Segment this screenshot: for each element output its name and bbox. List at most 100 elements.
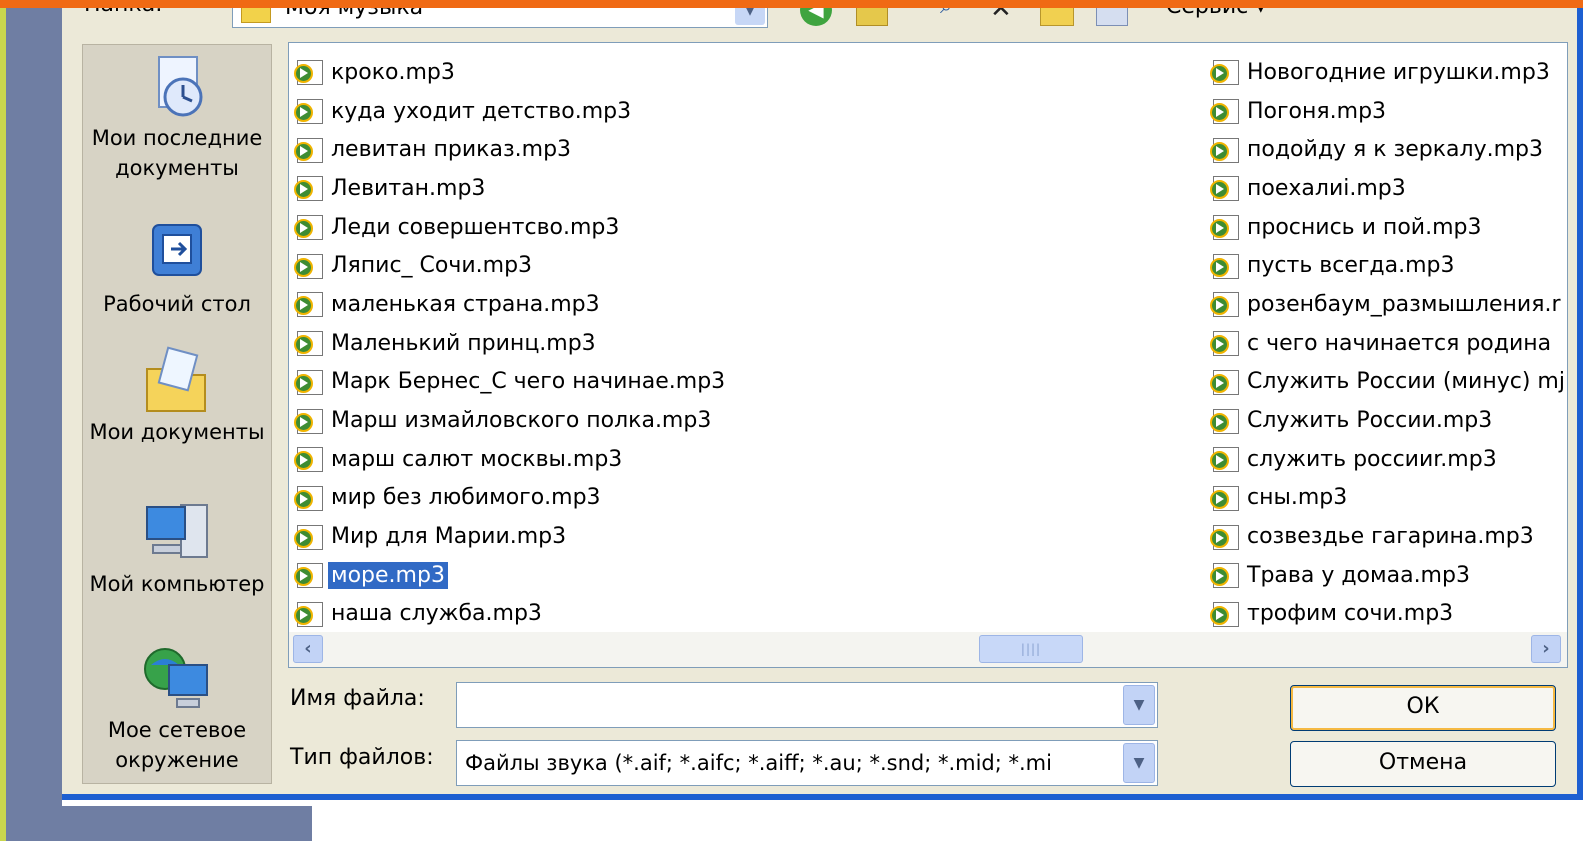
filetype-value: Файлы звука (*.aif; *.aifc; *.aiff; *.au… [465, 751, 1052, 775]
file-item[interactable]: Погоня.mp3 [1209, 92, 1567, 131]
audio-file-icon [1209, 445, 1241, 473]
cancel-button[interactable]: Отмена [1290, 741, 1556, 787]
audio-file-icon [293, 484, 325, 512]
file-name: Леди совершентсво.mp3 [331, 214, 620, 240]
audio-file-icon [293, 523, 325, 551]
audio-file-icon [1209, 213, 1241, 241]
place-network[interactable]: Мое сетевое окружение [83, 643, 271, 775]
file-item[interactable]: Ляпис_ Сочи.mp3 [293, 246, 728, 285]
file-item[interactable]: Новогодние игрушки.mp3 [1209, 53, 1567, 92]
audio-file-icon [1209, 561, 1241, 589]
my-documents-icon [141, 345, 213, 417]
file-item[interactable]: Служить России.mp3 [1209, 401, 1567, 440]
file-name: Мир для Марии.mp3 [331, 524, 567, 550]
file-item[interactable]: с чего начинается родина [1209, 324, 1567, 363]
filetype-select[interactable]: Файлы звука (*.aif; *.aifc; *.aiff; *.au… [456, 740, 1158, 786]
audio-file-icon [1209, 600, 1241, 628]
audio-file-icon [1209, 407, 1241, 435]
audio-file-icon [1209, 174, 1241, 202]
file-name: куда уходит детство.mp3 [331, 98, 632, 124]
file-item[interactable]: Марк Бернес_С чего начинае.mp3 [293, 363, 728, 402]
filename-label: Имя файла: [290, 686, 425, 711]
place-desktop[interactable]: Рабочий стол [83, 217, 271, 319]
file-list[interactable]: кроко.mp3 куда уходит детство.mp3 левитан … [288, 42, 1568, 632]
audio-file-icon [293, 329, 325, 357]
file-item[interactable]: Мир для Марии.mp3 [293, 517, 728, 556]
file-item[interactable]: маленькая страна.mp3 [293, 285, 728, 324]
audio-file-icon [293, 561, 325, 589]
file-name: Служить России.mp3 [1247, 408, 1493, 434]
place-recent-documents[interactable]: Мои последние документы [83, 51, 271, 183]
file-name: Левитан.mp3 [331, 175, 486, 201]
file-item[interactable]: Левитан.mp3 [293, 169, 728, 208]
place-label: Мое сетевое окружение [107, 718, 247, 772]
file-item[interactable]: куда уходит детство.mp3 [293, 92, 728, 131]
file-item[interactable]: служить россииr.mp3 [1209, 440, 1567, 479]
file-name: розенбаум_размышления.r [1247, 291, 1561, 317]
audio-file-icon [293, 174, 325, 202]
file-name: Марш измайловского полка.mp3 [331, 408, 712, 434]
horizontal-scrollbar[interactable]: ‹ |||| › [288, 632, 1568, 668]
file-item[interactable]: трофим сочи.mp3 [1209, 595, 1567, 632]
audio-file-icon [293, 407, 325, 435]
file-item[interactable]: Служить России (минус) mj [1209, 363, 1567, 402]
file-item[interactable]: Маленький принц.mp3 [293, 324, 728, 363]
file-name: с чего начинается родина [1247, 330, 1552, 356]
file-item[interactable]: левитан приказ.mp3 [293, 130, 728, 169]
file-name: Ляпис_ Сочи.mp3 [331, 253, 533, 279]
file-name: поехалиi.mp3 [1247, 175, 1406, 201]
file-name: Служить России (минус) mj [1247, 369, 1565, 395]
place-my-documents[interactable]: Мои документы [83, 345, 271, 447]
chevron-down-icon[interactable]: ▼ [1123, 743, 1155, 783]
audio-file-icon [293, 290, 325, 318]
places-bar: Мои последние документы Рабочий стол Мои… [82, 44, 272, 784]
audio-file-icon [293, 58, 325, 86]
file-item[interactable]: пусть всегда.mp3 [1209, 246, 1567, 285]
audio-file-icon [1209, 97, 1241, 125]
file-item[interactable]: мир без любимого.mp3 [293, 479, 728, 518]
scroll-right-icon[interactable]: › [1531, 635, 1561, 663]
file-item[interactable]: проснись и пой.mp3 [1209, 208, 1567, 247]
audio-file-icon [1209, 290, 1241, 318]
file-name: наша служба.mp3 [331, 601, 542, 627]
file-item[interactable]: Леди совершентсво.mp3 [293, 208, 728, 247]
file-name: созвездье гагарина.mp3 [1247, 524, 1534, 550]
file-item[interactable]: розенбаум_размышления.r [1209, 285, 1567, 324]
file-item[interactable]: наша служба.mp3 [293, 595, 728, 632]
file-name: марш салют москвы.mp3 [331, 446, 623, 472]
file-name: служить россииr.mp3 [1247, 446, 1497, 472]
audio-file-icon [1209, 329, 1241, 357]
file-name: пусть всегда.mp3 [1247, 253, 1455, 279]
scrollbar-thumb[interactable]: |||| [979, 635, 1083, 663]
chevron-down-icon[interactable]: ▼ [1123, 685, 1155, 725]
file-item[interactable]: поехалиi.mp3 [1209, 169, 1567, 208]
audio-file-icon [1209, 368, 1241, 396]
file-item[interactable]: марш салют москвы.mp3 [293, 440, 728, 479]
ok-button[interactable]: ОК [1290, 685, 1556, 731]
file-item[interactable]: созвездье гагарина.mp3 [1209, 517, 1567, 556]
file-item[interactable]: море.mp3 [293, 556, 728, 595]
network-places-icon [141, 643, 213, 715]
file-name: Новогодние игрушки.mp3 [1247, 59, 1550, 85]
file-item[interactable]: сны.mp3 [1209, 479, 1567, 518]
audio-file-icon [293, 445, 325, 473]
file-item[interactable]: Трава у домаа.mp3 [1209, 556, 1567, 595]
place-my-computer[interactable]: Мой компьютер [83, 497, 271, 599]
place-label: Мой компьютер [89, 572, 265, 596]
background-panel [6, 0, 62, 841]
file-item[interactable]: подойду я к зеркалу.mp3 [1209, 130, 1567, 169]
audio-file-icon [1209, 484, 1241, 512]
file-name: маленькая страна.mp3 [331, 291, 600, 317]
place-label: Мои документы [89, 420, 265, 444]
audio-file-icon [293, 97, 325, 125]
file-item[interactable]: Марш измайловского полка.mp3 [293, 401, 728, 440]
scroll-left-icon[interactable]: ‹ [293, 635, 323, 663]
filetype-label: Тип файлов: [290, 745, 434, 770]
file-name: проснись и пой.mp3 [1247, 214, 1482, 240]
file-name: трофим сочи.mp3 [1247, 601, 1454, 627]
audio-file-icon [293, 252, 325, 280]
file-item[interactable]: кроко.mp3 [293, 53, 728, 92]
recent-documents-icon [141, 51, 213, 123]
filename-combobox[interactable]: ▼ [456, 682, 1158, 728]
audio-file-icon [1209, 252, 1241, 280]
